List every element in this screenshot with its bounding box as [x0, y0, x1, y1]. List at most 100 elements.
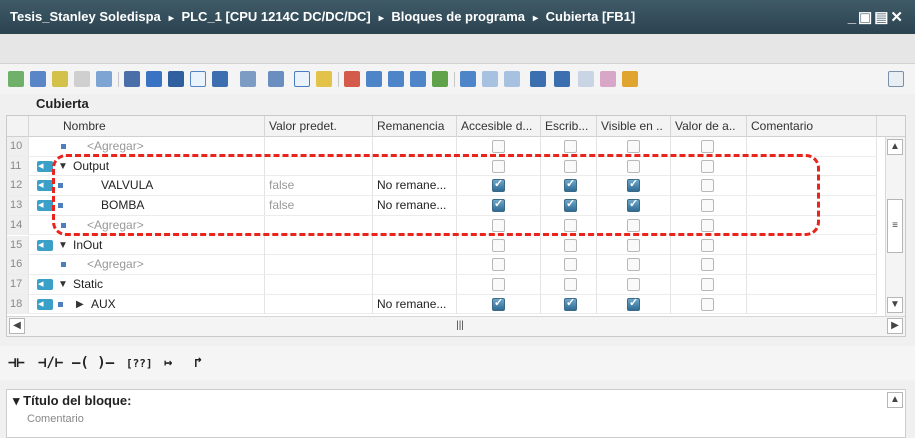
checkbox[interactable] — [564, 258, 577, 272]
add-placeholder[interactable]: <Agregar> — [87, 255, 144, 274]
section-name[interactable]: Static — [73, 275, 103, 294]
header-name[interactable]: Nombre — [29, 116, 265, 137]
variable-name[interactable]: AUX — [91, 295, 116, 314]
checkbox[interactable] — [564, 140, 577, 153]
empty-box-icon[interactable]: [??] — [126, 357, 153, 370]
jump-icon[interactable] — [410, 71, 426, 87]
scroll-up-icon[interactable]: ▲ — [887, 139, 903, 155]
snapshot-icon[interactable] — [96, 71, 112, 87]
return-icon[interactable] — [554, 71, 570, 87]
compare-icon[interactable] — [432, 71, 448, 87]
checkbox[interactable] — [492, 258, 505, 272]
nc-contact-icon[interactable]: ⊣/⊢ — [38, 355, 63, 371]
scroll-thumb[interactable]: ≡ — [887, 199, 903, 253]
lock-icon[interactable] — [622, 71, 638, 87]
scroll-grip-icon[interactable]: ||| — [455, 319, 465, 335]
breadcrumb-block[interactable]: Cubierta [FB1] — [546, 9, 636, 24]
comment-cell[interactable] — [747, 255, 877, 275]
retain-value[interactable]: No remane... — [373, 294, 457, 314]
breadcrumb-plc[interactable]: PLC_1 [CPU 1214C DC/DC/DC] — [181, 9, 370, 24]
monitor-icon[interactable] — [52, 71, 68, 87]
insert-row-icon[interactable] — [8, 71, 24, 87]
no-contact-icon[interactable]: ⊣⊢ — [8, 355, 25, 371]
checkbox[interactable] — [492, 296, 505, 311]
default-value[interactable] — [265, 274, 373, 294]
table-row[interactable]: 17 ▼ Static — [7, 274, 877, 295]
name-cell[interactable]: <Agregar> — [29, 255, 265, 275]
checkbox[interactable] — [701, 140, 714, 153]
default-value[interactable] — [265, 255, 373, 275]
restore-icon[interactable]: ▣ — [858, 9, 874, 26]
goto-next-icon[interactable] — [366, 71, 382, 87]
breadcrumb-project[interactable]: Tesis_Stanley Soledispa — [10, 9, 161, 24]
minimize-icon[interactable]: _ — [848, 9, 858, 26]
section-name[interactable]: InOut — [73, 236, 102, 255]
list-green-icon[interactable] — [146, 71, 162, 87]
expand-icon[interactable]: ▼ — [58, 275, 68, 294]
checkbox[interactable] — [564, 296, 577, 311]
outdent-icon[interactable] — [482, 71, 498, 87]
header-retain[interactable]: Remanencia — [373, 116, 457, 137]
checkbox[interactable] — [627, 296, 640, 311]
checkbox[interactable] — [492, 277, 505, 291]
header-default[interactable]: Valor predet. — [265, 116, 373, 137]
network-collapse-icon[interactable] — [268, 71, 284, 87]
default-value[interactable] — [265, 235, 373, 255]
checkbox[interactable] — [701, 277, 714, 291]
horizontal-scrollbar[interactable]: ◀ ||| ▶ — [7, 316, 905, 336]
indent-icon[interactable] — [460, 71, 476, 87]
block-title-label[interactable]: ▾ Título del bloque: — [13, 393, 131, 409]
comment-cell[interactable] — [747, 235, 877, 255]
table-row[interactable]: 15 ▼ InOut — [7, 235, 877, 256]
collapse-icon[interactable]: ▾ — [13, 393, 23, 408]
checkbox[interactable] — [701, 297, 714, 311]
add-row-icon[interactable] — [30, 71, 46, 87]
header-visible[interactable]: Visible en .. — [597, 116, 671, 137]
watch-icon[interactable] — [74, 71, 90, 87]
name-cell[interactable]: ▶ AUX — [29, 294, 265, 314]
block-comment[interactable]: Comentario — [27, 413, 84, 425]
name-cell[interactable]: ▼ Static — [29, 274, 265, 294]
call-icon[interactable] — [530, 71, 546, 87]
goto-prev-icon[interactable] — [388, 71, 404, 87]
retain-value[interactable] — [373, 274, 457, 294]
table-row[interactable]: 16 <Agregar> — [7, 255, 877, 275]
table-row[interactable]: 18 ▶ AUX No remane... — [7, 294, 877, 315]
close-branch-icon[interactable]: ↱ — [194, 355, 202, 371]
scroll-right-icon[interactable]: ▶ — [887, 318, 903, 334]
header-writable[interactable]: Escrib... — [541, 116, 597, 137]
maximize-icon[interactable]: ▤ — [874, 9, 890, 26]
goto-error-icon[interactable] — [344, 71, 360, 87]
grid-icon[interactable] — [294, 71, 310, 87]
properties-icon[interactable] — [578, 71, 594, 87]
comment-cell[interactable] — [747, 274, 877, 294]
scroll-left-icon[interactable]: ◀ — [9, 318, 25, 334]
checkbox[interactable] — [627, 238, 640, 252]
close-icon[interactable]: ✕ — [890, 9, 905, 26]
network-expand-icon[interactable] — [240, 71, 256, 87]
checkbox[interactable] — [701, 258, 714, 272]
checkbox[interactable] — [627, 258, 640, 272]
align-icon[interactable] — [504, 71, 520, 87]
header-comment[interactable]: Comentario — [747, 116, 877, 137]
checkbox[interactable] — [492, 238, 505, 252]
header-setpoint[interactable]: Valor de a.. — [671, 116, 747, 137]
scroll-down-icon[interactable]: ▼ — [887, 297, 903, 313]
breadcrumb-blocks[interactable]: Bloques de programa — [391, 9, 525, 24]
panel-toggle-icon[interactable] — [888, 71, 904, 87]
retain-value[interactable] — [373, 255, 457, 275]
checkbox[interactable] — [564, 277, 577, 291]
network-add-icon[interactable] — [212, 71, 228, 87]
list-icon[interactable] — [124, 71, 140, 87]
search-icon[interactable] — [600, 71, 616, 87]
checkbox[interactable] — [564, 238, 577, 252]
default-value[interactable] — [265, 294, 373, 314]
checkbox[interactable] — [701, 238, 714, 252]
vertical-scrollbar[interactable]: ▲ ≡ ▼ — [885, 137, 905, 316]
checkbox[interactable] — [492, 140, 505, 153]
expand-icon[interactable]: ▶ — [76, 295, 84, 314]
checkbox[interactable] — [627, 140, 640, 153]
title-scroll-up-icon[interactable]: ▲ — [887, 392, 903, 408]
header-accessible[interactable]: Accesible d... — [457, 116, 541, 137]
coil-icon[interactable]: –( )– — [72, 355, 114, 371]
